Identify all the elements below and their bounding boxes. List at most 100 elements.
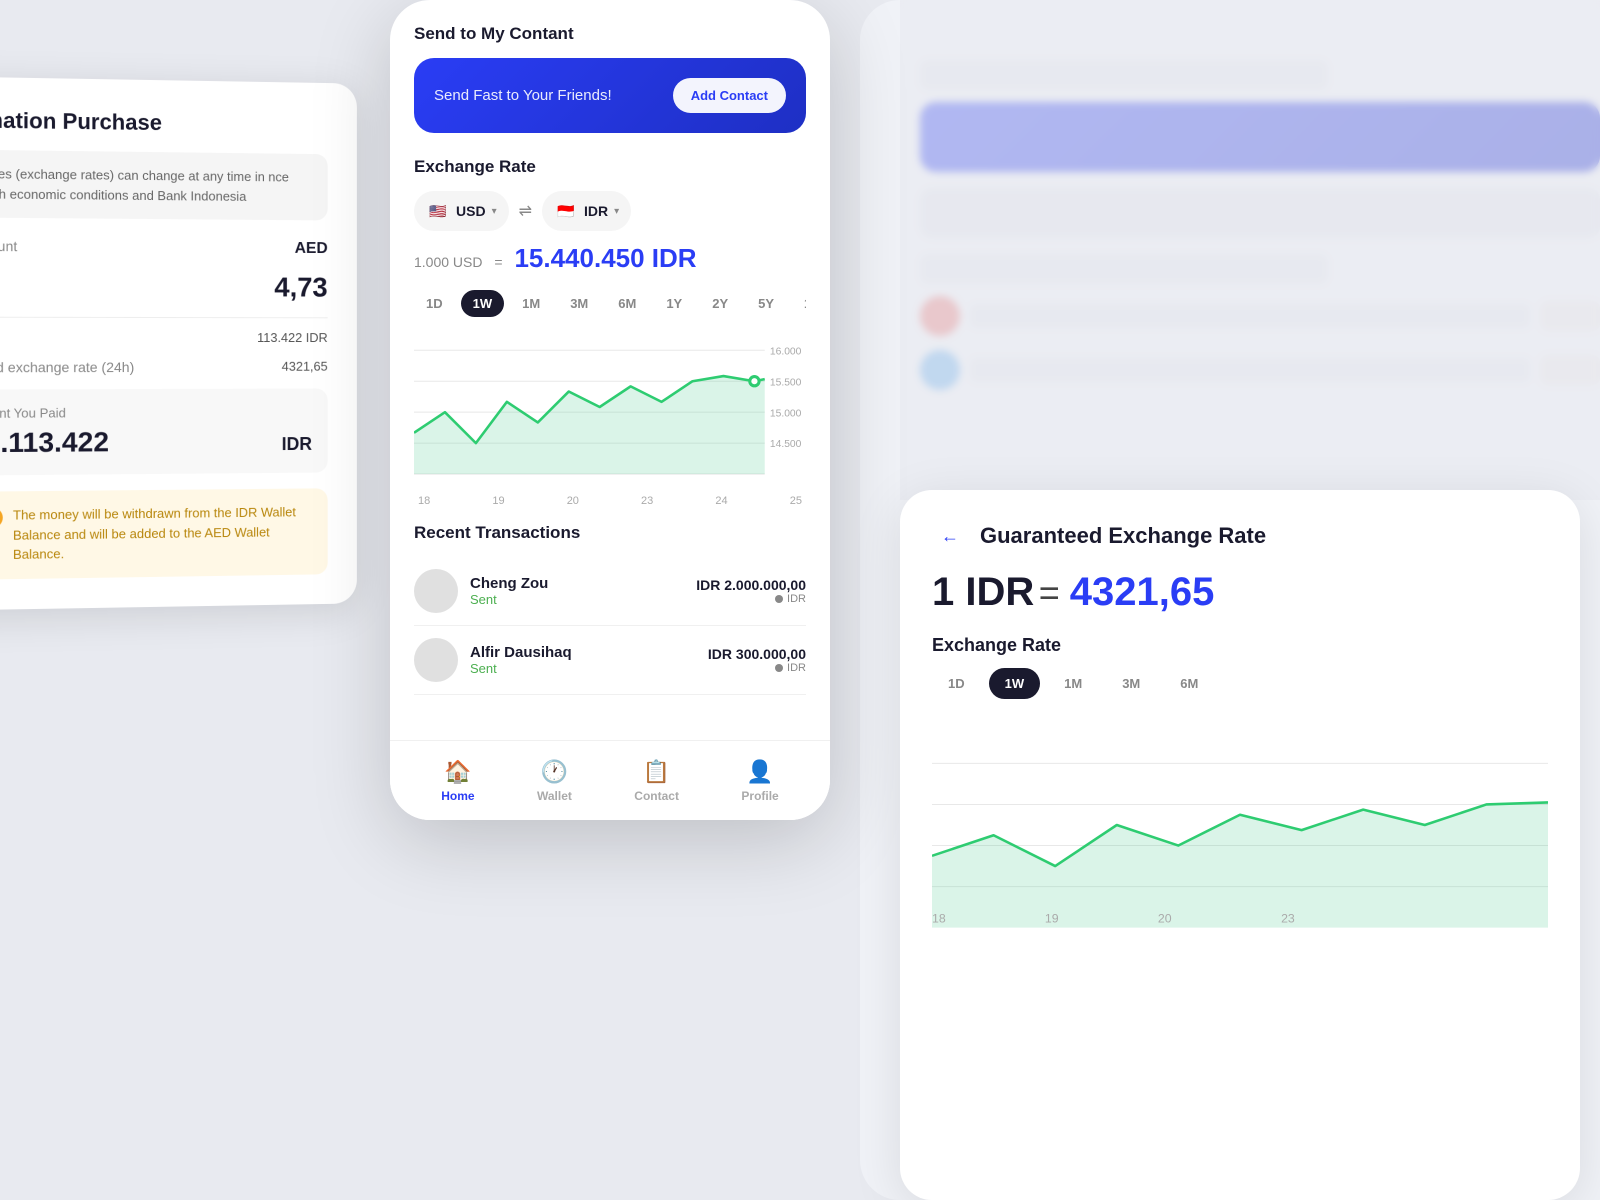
ger-x-19: 19 [1045, 912, 1059, 926]
transaction-info-2: Alfir Dausihaq Sent [470, 644, 708, 676]
tab-6m[interactable]: 6M [606, 290, 648, 317]
ger-chart-fill [932, 802, 1548, 927]
ger-x-20: 20 [1158, 912, 1172, 926]
nav-profile-label: Profile [741, 789, 778, 803]
paid-label: ount You Paid [0, 404, 312, 420]
chart-svg: 16.000 15.500 15.000 14.500 [414, 327, 806, 487]
send-banner: Send Fast to Your Friends! Add Contact [414, 58, 806, 133]
transaction-amount-value-2: IDR 300.000,00 [708, 646, 806, 662]
chart-x-18: 18 [418, 495, 430, 507]
chart-y-label-3: 15.000 [770, 408, 802, 419]
ger-rate-base: 1 IDR [932, 570, 1034, 614]
nav-home[interactable]: 🏠 Home [441, 759, 474, 803]
transaction-amount-2: IDR 300.000,00 IDR [708, 646, 806, 674]
rate-display: 1.000 USD = 15.440.450 IDR [414, 243, 806, 274]
paid-value: 0.113.422 [0, 426, 109, 459]
tab-2y[interactable]: 2Y [700, 290, 740, 317]
chart-x-25: 25 [790, 495, 802, 507]
ger-header: ← Guaranteed Exchange Rate [932, 518, 1548, 554]
warning-text: The money will be withdrawn from the IDR… [13, 502, 314, 564]
transaction-name-1: Cheng Zou [470, 575, 696, 592]
right-overlay-blur [900, 0, 1600, 500]
tab-1y[interactable]: 1Y [654, 290, 694, 317]
transaction-item-1: Cheng Zou Sent IDR 2.000.000,00 IDR [414, 557, 806, 626]
ger-tab-1w[interactable]: 1W [989, 668, 1041, 699]
ger-tab-1m[interactable]: 1M [1048, 668, 1098, 699]
paid-currency: IDR [282, 434, 312, 455]
tab-1d[interactable]: 1D [414, 290, 455, 317]
paid-section: ount You Paid 0.113.422 IDR [0, 388, 328, 475]
chart-time-tabs: 1D 1W 1M 3M 6M 1Y 2Y 5Y 10 [414, 290, 806, 317]
send-section-title: Send to My Contant [414, 24, 806, 44]
amount-label: Amount [0, 238, 17, 254]
from-currency-chevron: ▾ [492, 206, 497, 217]
chart-x-labels: 18 19 20 23 24 25 [414, 495, 806, 507]
transaction-info-1: Cheng Zou Sent [470, 575, 696, 607]
usd-flag: 🇺🇸 [426, 199, 450, 223]
transaction-amount-1: IDR 2.000.000,00 IDR [696, 577, 806, 605]
idr-flag: 🇮🇩 [554, 199, 578, 223]
guaranteed-value: 4321,65 [282, 359, 328, 374]
ger-time-tabs: 1D 1W 1M 3M 6M [932, 668, 1548, 699]
transactions-title: Recent Transactions [414, 523, 806, 543]
chart-x-19: 19 [492, 495, 504, 507]
amount-row: Amount AED [0, 238, 328, 258]
chart-y-label-1: 16.000 [770, 346, 802, 357]
nav-contact-label: Contact [634, 789, 679, 803]
confirmation-notice: rates (exchange rates) can change at any… [0, 150, 328, 221]
ger-chart: 18 19 20 23 [932, 715, 1548, 935]
ger-back-button[interactable]: ← [932, 518, 968, 554]
to-currency-code: IDR [584, 203, 608, 219]
chart-y-label-2: 15.500 [770, 377, 802, 388]
fee-row: 113.422 IDR [0, 330, 328, 345]
transaction-badge-2: IDR [708, 662, 806, 674]
transaction-avatar-2 [414, 638, 458, 682]
ger-title: Guaranteed Exchange Rate [980, 523, 1266, 549]
transactions-section: Recent Transactions Cheng Zou Sent IDR 2… [414, 523, 806, 695]
center-content: Send to My Contant Send Fast to Your Fri… [390, 0, 830, 740]
amount-currency: AED [295, 240, 328, 258]
transaction-badge-1: IDR [696, 593, 806, 605]
nav-wallet-label: Wallet [537, 789, 572, 803]
add-contact-button[interactable]: Add Contact [673, 78, 786, 113]
ger-rate-equals: = [1039, 572, 1070, 613]
badge-label-1: IDR [787, 593, 806, 605]
ger-tab-6m[interactable]: 6M [1164, 668, 1214, 699]
nav-contact[interactable]: 📋 Contact [634, 759, 679, 803]
to-currency-chevron: ▾ [614, 206, 619, 217]
badge-dot-1 [775, 595, 783, 603]
transaction-status-2: Sent [470, 661, 708, 676]
tab-3m[interactable]: 3M [558, 290, 600, 317]
chart-x-24: 24 [715, 495, 727, 507]
guaranteed-exchange-rate-panel: ← Guaranteed Exchange Rate 1 IDR = 4321,… [900, 490, 1580, 1200]
transaction-avatar-1 [414, 569, 458, 613]
chart-x-20: 20 [567, 495, 579, 507]
transaction-status-1: Sent [470, 592, 696, 607]
ger-tab-1d[interactable]: 1D [932, 668, 981, 699]
amount-value: 4,73 [274, 272, 327, 304]
transaction-amount-value-1: IDR 2.000.000,00 [696, 577, 806, 593]
to-currency-selector[interactable]: 🇮🇩 IDR ▾ [542, 191, 631, 231]
exchange-rate-title: Exchange Rate [414, 157, 806, 177]
ger-rate-value: 4321,65 [1070, 570, 1215, 614]
chart-current-dot-inner [751, 378, 757, 384]
warning-banner: ! The money will be withdrawn from the I… [0, 488, 328, 579]
tab-1w[interactable]: 1W [461, 290, 505, 317]
swap-icon[interactable]: ⇌ [519, 201, 532, 221]
ger-exchange-rate-label: Exchange Rate [932, 635, 1548, 656]
tab-1m[interactable]: 1M [510, 290, 552, 317]
confirmation-panel: irmation Purchase rates (exchange rates)… [0, 76, 357, 610]
home-icon: 🏠 [444, 759, 471, 785]
badge-dot-2 [775, 664, 783, 672]
nav-wallet[interactable]: 🕐 Wallet [537, 759, 572, 803]
chart-area-fill [414, 376, 765, 474]
nav-home-label: Home [441, 789, 474, 803]
ger-tab-3m[interactable]: 3M [1106, 668, 1156, 699]
tab-10[interactable]: 10 [792, 290, 806, 317]
exchange-rate-section: Exchange Rate 🇺🇸 USD ▾ ⇌ 🇮🇩 IDR ▾ 1.000 … [414, 157, 806, 274]
nav-profile[interactable]: 👤 Profile [741, 759, 778, 803]
rate-base: 1.000 USD [414, 254, 482, 270]
tab-5y[interactable]: 5Y [746, 290, 786, 317]
from-currency-selector[interactable]: 🇺🇸 USD ▾ [414, 191, 509, 231]
transaction-name-2: Alfir Dausihaq [470, 644, 708, 661]
